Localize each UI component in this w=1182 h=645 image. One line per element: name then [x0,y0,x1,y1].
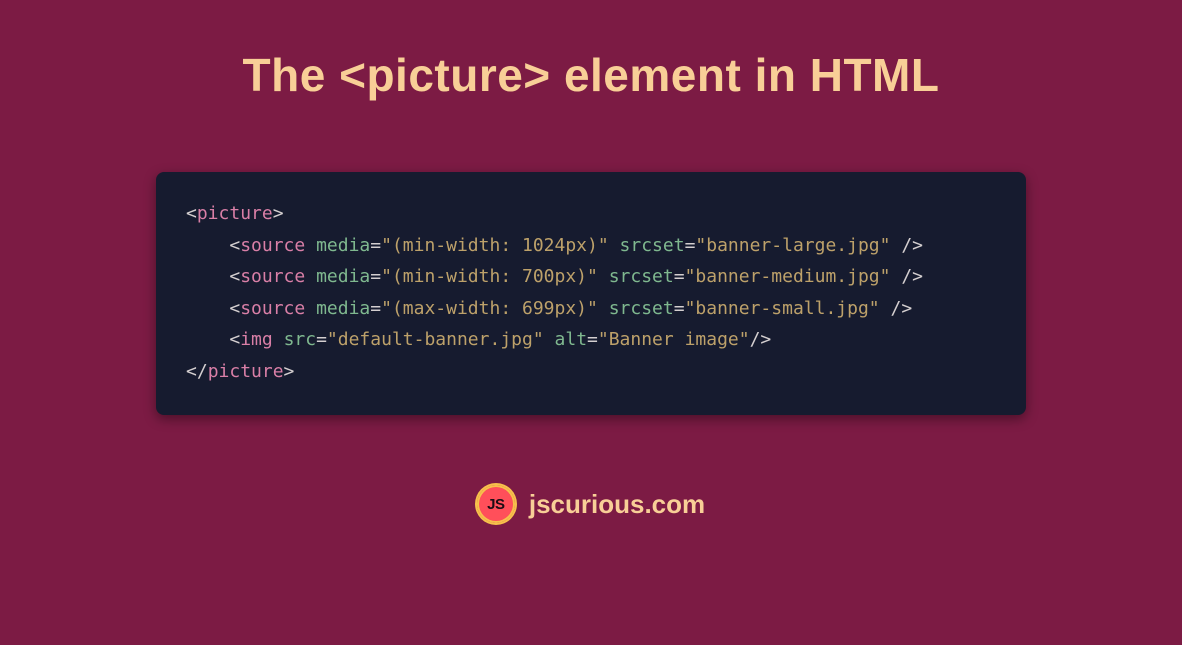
logo-icon: JS [477,485,515,523]
site-name: jscurious.com [529,489,705,520]
logo-text: JS [487,496,504,513]
page-title: The <picture> element in HTML [243,48,940,102]
footer: JS jscurious.com [477,485,705,523]
code-content: <picture> <source media="(min-width: 102… [186,198,996,387]
code-block: <picture> <source media="(min-width: 102… [156,172,1026,415]
